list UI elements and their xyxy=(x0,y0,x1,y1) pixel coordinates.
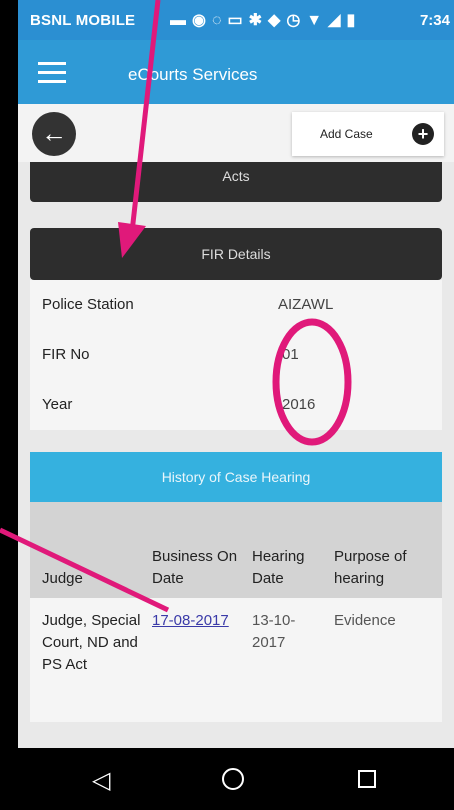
purpose-cell: Evidence xyxy=(334,612,396,629)
acts-header[interactable]: Acts xyxy=(30,162,442,202)
vibrate-icon: ◆ xyxy=(268,12,287,29)
action-bar: ← Add Case + xyxy=(18,104,454,163)
app-bar: eCourts Services xyxy=(18,40,454,104)
phone-screen: BSNL MOBILE ▬◉◌▭✱◆◷▼◢▮ 7:34 eCourts Serv… xyxy=(18,0,454,810)
fir-details-table: Police Station AIZAWL FIR No 01 Year 201… xyxy=(30,280,442,430)
history-header[interactable]: History of Case Hearing xyxy=(30,452,442,502)
add-case-button[interactable]: Add Case + xyxy=(292,112,444,156)
fir-details-header[interactable]: FIR Details xyxy=(30,228,442,280)
fir-value: AIZAWL xyxy=(278,296,334,313)
sync-icon: ◉ xyxy=(192,12,212,29)
column-header: Hearing Date xyxy=(252,548,305,587)
nav-back-icon[interactable]: ◁ xyxy=(92,766,110,795)
android-nav-bar: ◁ xyxy=(18,748,454,810)
fir-value: 2016 xyxy=(282,396,316,413)
column-header: Judge xyxy=(42,570,83,587)
fir-label: FIR No xyxy=(42,346,90,363)
wifi-icon: ▼ xyxy=(306,12,329,29)
clock: 7:34 xyxy=(419,12,450,29)
fir-row-police-station: Police Station AIZAWL xyxy=(30,280,442,328)
fir-row-fir-no: FIR No 01 xyxy=(30,330,442,378)
column-header: Purpose of hearing xyxy=(334,548,407,587)
arrow-left-icon: ← xyxy=(41,118,67,148)
nav-home-icon[interactable] xyxy=(222,768,244,790)
plus-icon: + xyxy=(412,123,434,145)
carrier-name: BSNL MOBILE xyxy=(30,12,136,29)
judge-cell: Judge, Special Court, ND and PS Act xyxy=(42,612,141,673)
status-icons: ▬◉◌▭✱◆◷▼◢▮ xyxy=(170,10,361,30)
signal-icon: ◢ xyxy=(328,12,347,29)
fir-label: Police Station xyxy=(42,296,134,313)
fir-row-year: Year 2016 xyxy=(30,380,442,428)
bluetooth-icon: ✱ xyxy=(248,12,269,29)
fir-value: 01 xyxy=(282,346,299,363)
app-title: eCourts Services xyxy=(128,65,258,84)
history-table-header: Judge Business On Date Hearing Date Purp… xyxy=(30,502,442,598)
history-table: Judge Business On Date Hearing Date Purp… xyxy=(30,502,442,722)
mail-icon: ▭ xyxy=(227,12,249,29)
hearing-date-cell: 13-10-2017 xyxy=(252,612,296,651)
menu-icon[interactable] xyxy=(38,62,66,83)
fir-label: Year xyxy=(42,396,73,413)
case-details-content: Acts FIR Details Police Station AIZAWL F… xyxy=(18,162,454,810)
business-date-link[interactable]: 17-08-2017 xyxy=(152,610,242,632)
add-case-label: Add Case xyxy=(320,127,373,141)
back-button[interactable]: ← xyxy=(32,112,76,156)
status-bar: BSNL MOBILE ▬◉◌▭✱◆◷▼◢▮ 7:34 xyxy=(18,0,454,40)
column-header: Business On Date xyxy=(152,548,238,587)
nav-recents-icon[interactable] xyxy=(358,770,376,788)
alarm-icon: ◷ xyxy=(286,12,307,29)
message-icon: ▬ xyxy=(170,12,192,29)
table-row: Judge, Special Court, ND and PS Act 17-0… xyxy=(30,598,442,722)
whatsapp-icon: ◌ xyxy=(211,12,228,29)
battery-icon: ▮ xyxy=(346,12,362,29)
